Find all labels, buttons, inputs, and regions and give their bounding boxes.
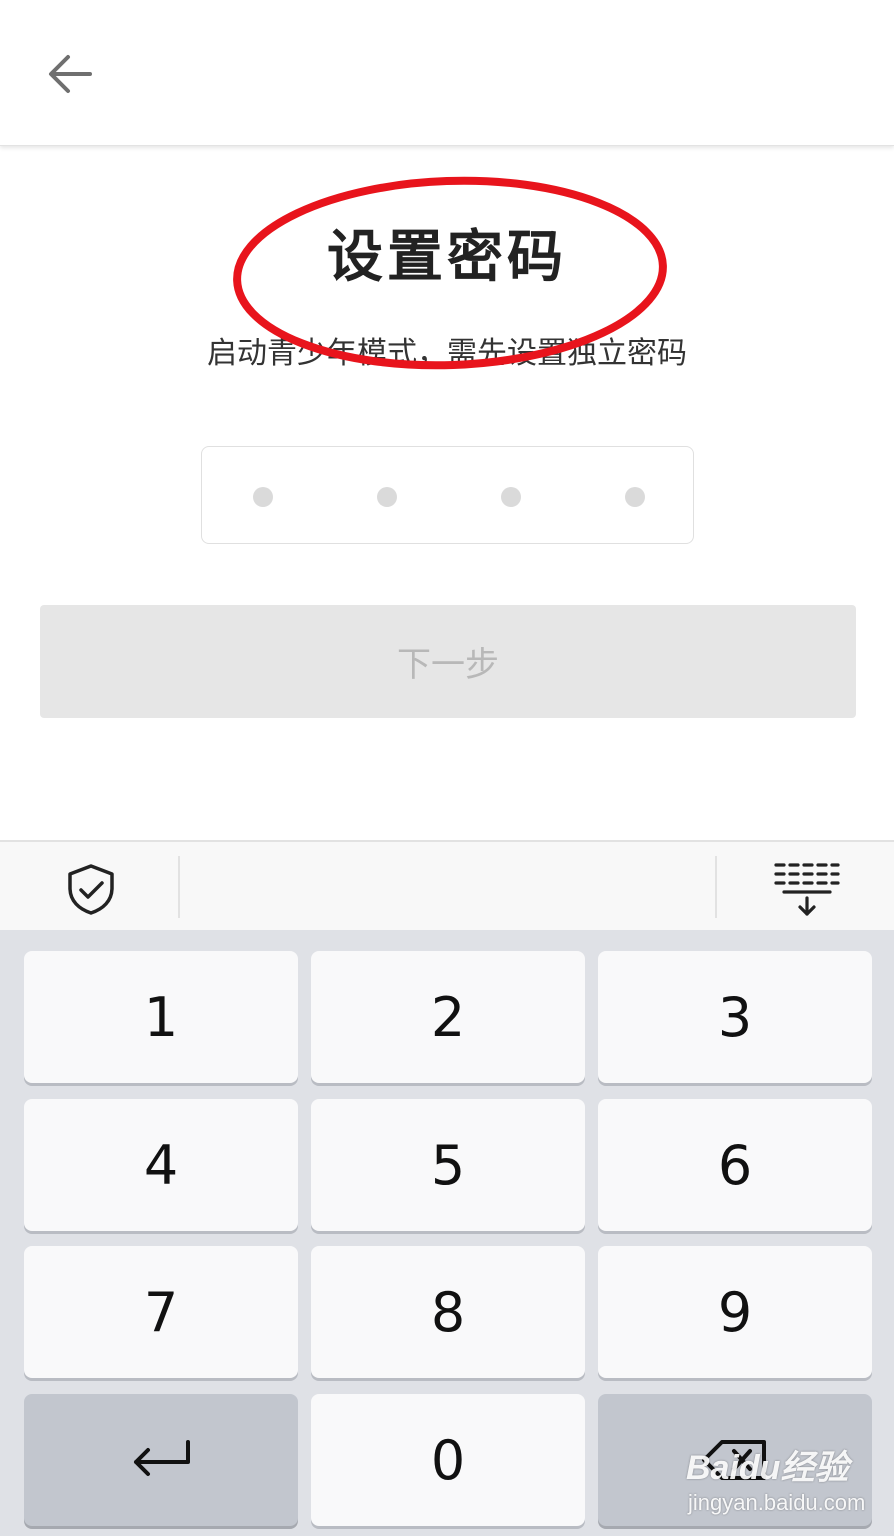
pin-dot	[377, 487, 397, 507]
enter-key[interactable]	[24, 1394, 298, 1526]
key-2[interactable]: 2	[311, 951, 585, 1083]
pin-input[interactable]	[201, 446, 694, 544]
security-keyboard-button[interactable]	[60, 860, 122, 918]
arrow-left-icon	[49, 55, 92, 93]
watermark-brand: Baidu经验	[686, 1449, 849, 1487]
pin-dot	[501, 487, 521, 507]
keyboard-collapse-icon	[774, 863, 840, 916]
toolbar-divider	[715, 856, 717, 918]
key-5[interactable]: 5	[311, 1099, 585, 1231]
page-subtitle: 启动青少年模式，需先设置独立密码	[207, 336, 687, 371]
page-title: 设置密码	[327, 225, 567, 290]
key-0[interactable]: 0	[311, 1394, 585, 1526]
top-app-bar	[0, 0, 894, 146]
next-step-button[interactable]: 下一步	[40, 605, 856, 718]
toolbar-divider	[178, 856, 180, 918]
enter-arrow-icon	[134, 1440, 190, 1476]
next-step-label: 下一步	[397, 645, 499, 685]
shield-check-icon	[68, 864, 114, 915]
key-9[interactable]: 9	[598, 1246, 872, 1378]
key-8[interactable]: 8	[311, 1246, 585, 1378]
key-3[interactable]: 3	[598, 951, 872, 1083]
key-6[interactable]: 6	[598, 1099, 872, 1231]
key-4[interactable]: 4	[24, 1099, 298, 1231]
back-button[interactable]	[44, 50, 96, 98]
baidu-watermark: Baidu经验 jingyan.baidu.com	[686, 1440, 886, 1520]
hide-keyboard-button[interactable]	[772, 860, 842, 918]
key-1[interactable]: 1	[24, 951, 298, 1083]
keyboard-toolbar	[0, 840, 894, 930]
watermark-url: jingyan.baidu.com	[688, 1490, 866, 1515]
pin-dot	[253, 487, 273, 507]
key-7[interactable]: 7	[24, 1246, 298, 1378]
pin-dot	[625, 487, 645, 507]
